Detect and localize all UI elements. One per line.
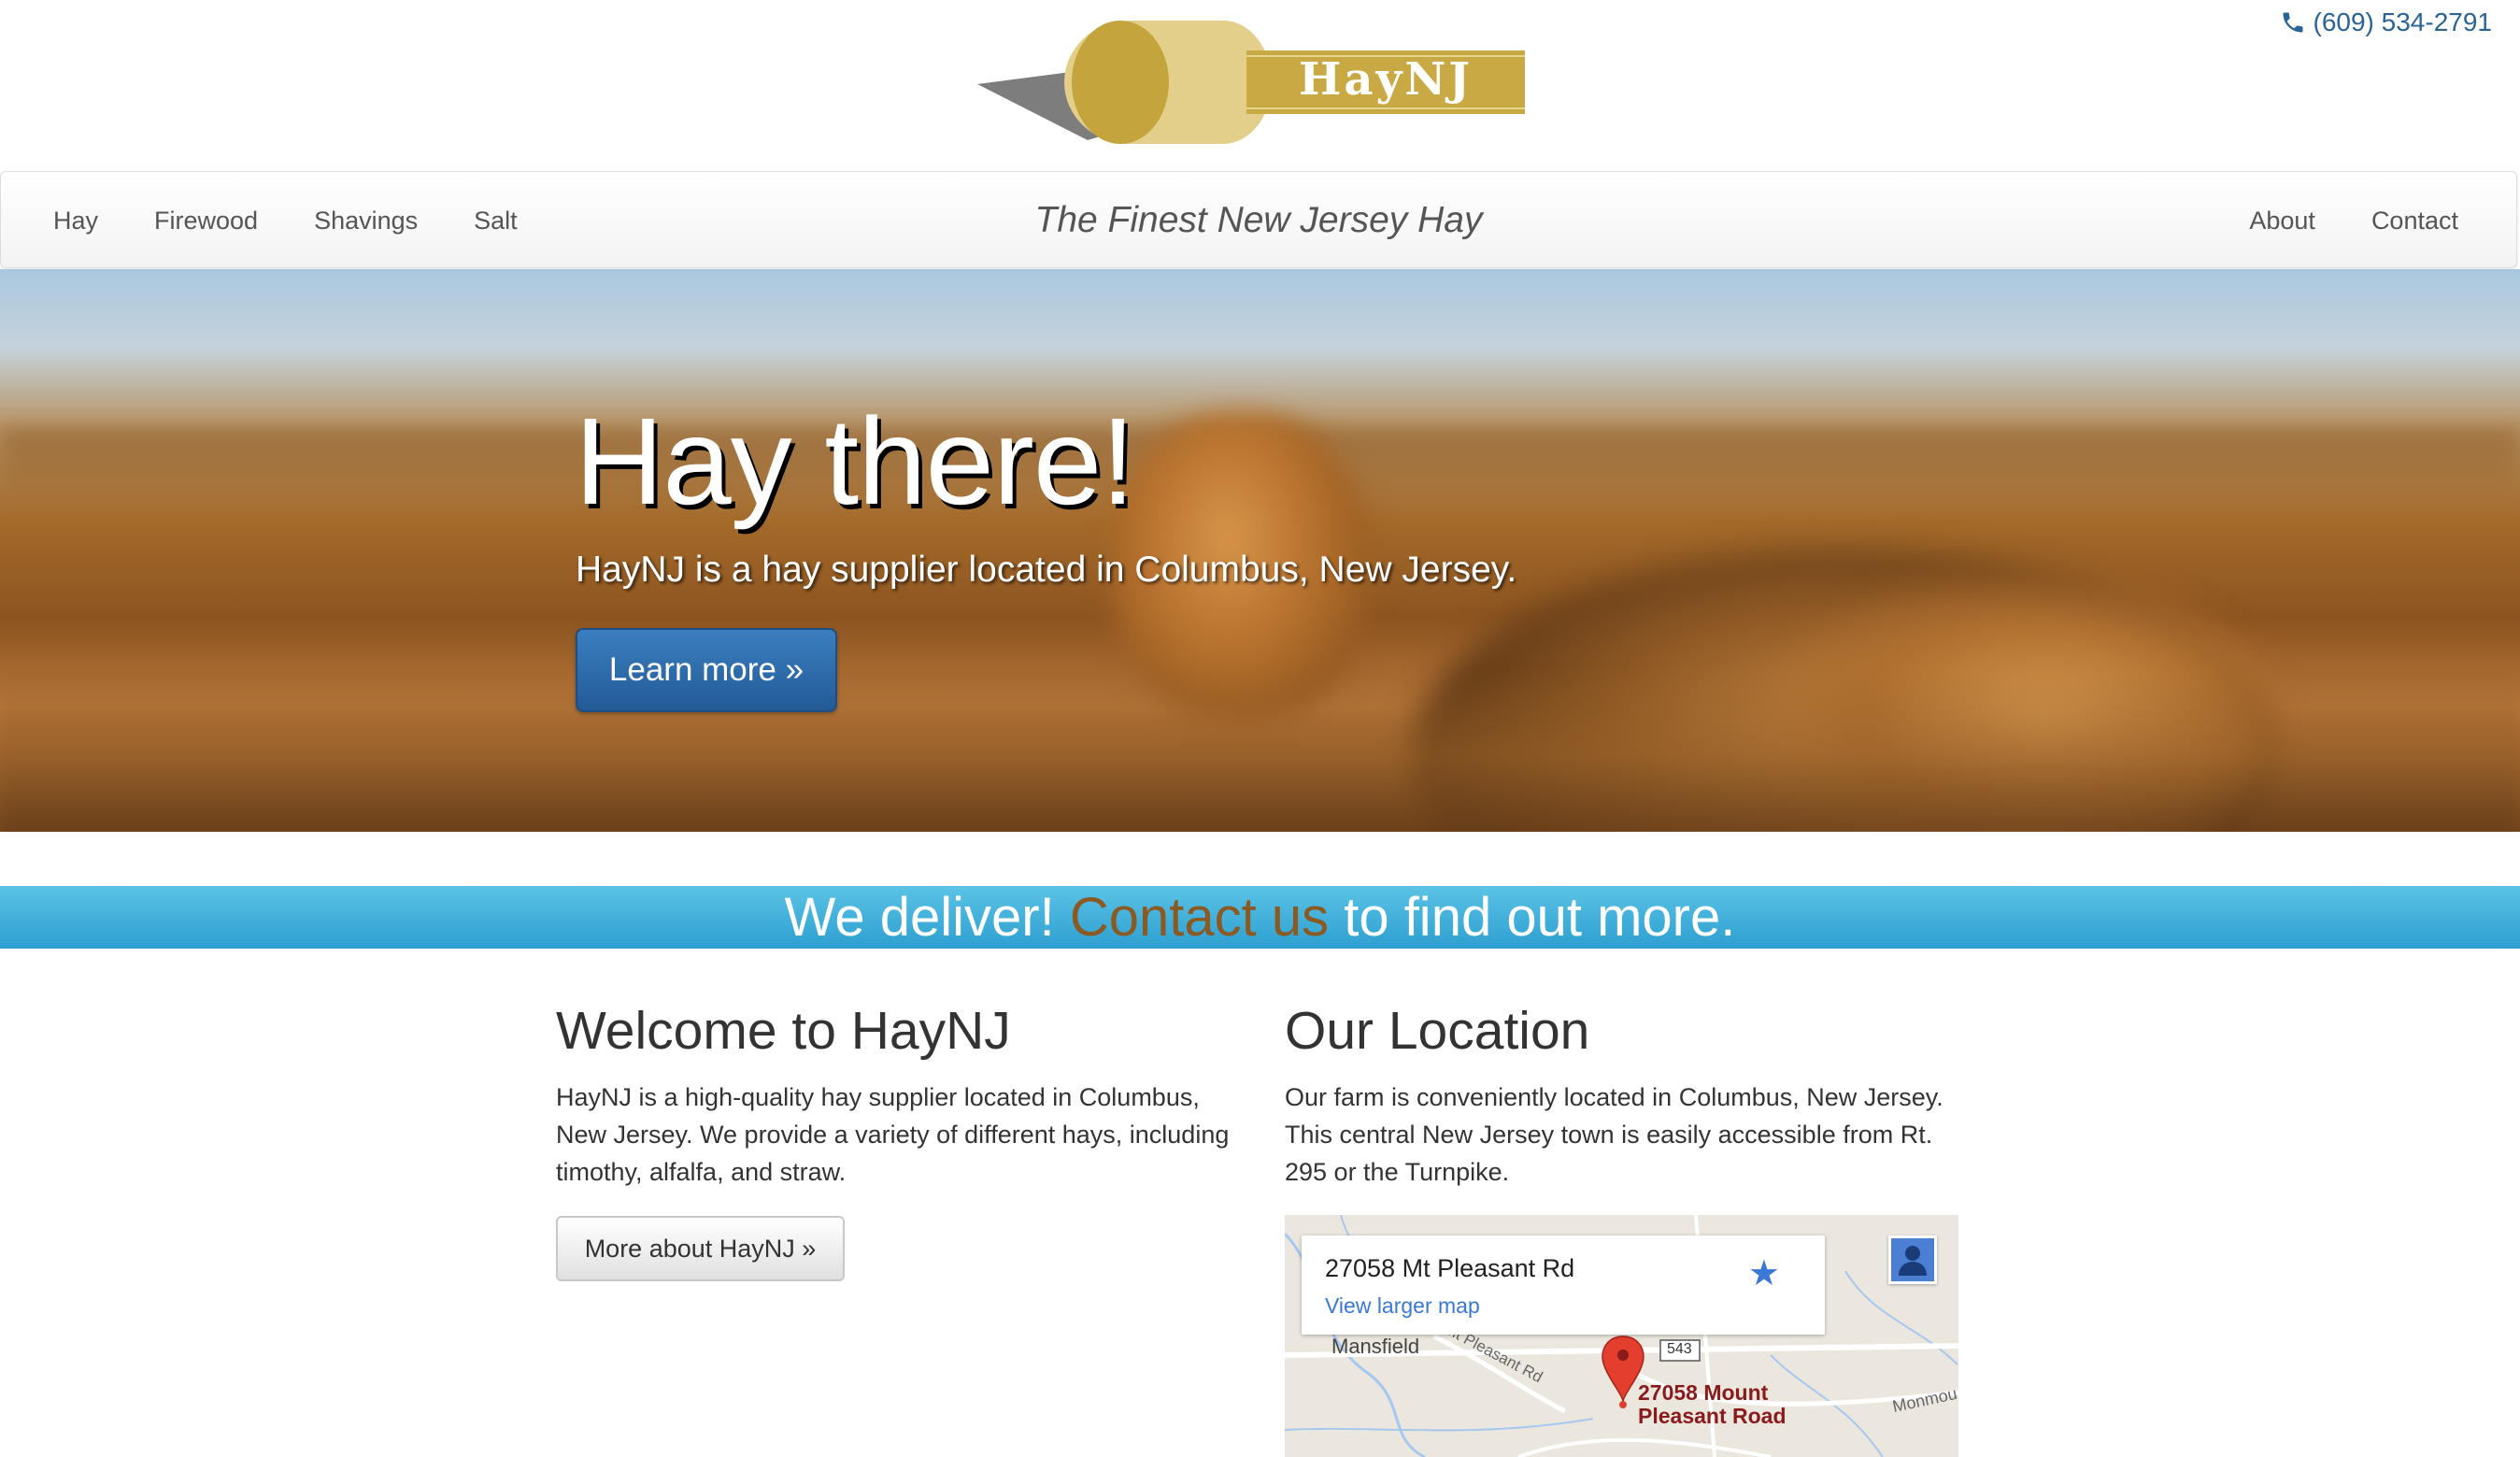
welcome-heading: Welcome to HayNJ	[556, 1001, 1011, 1061]
welcome-section: Welcome to HayNJ HayNJ is a high-quality…	[556, 1000, 1243, 1281]
hero-subtitle: HayNJ is a hay supplier located in Colum…	[576, 550, 1517, 590]
logo-wordmark: HayNJ	[1299, 53, 1473, 106]
map-pin-label-line1: 27058 Mount	[1638, 1380, 1769, 1405]
view-larger-map-link[interactable]: View larger map	[1325, 1293, 1480, 1319]
welcome-body: HayNJ is a high-quality hay supplier loc…	[556, 1083, 1230, 1186]
learn-more-button[interactable]: Learn more »	[576, 628, 837, 712]
nav-item-hay[interactable]: Hay	[25, 207, 126, 236]
person-icon	[1899, 1246, 1927, 1276]
nav-right-group: About Contact	[2221, 172, 2486, 269]
phone-text[interactable]: (609) 534-2791	[2314, 7, 2492, 37]
phone-icon	[2283, 12, 2303, 33]
map-pin-label-line2: Pleasant Road	[1638, 1404, 1787, 1428]
phone-number[interactable]: (609) 534-2791	[2280, 7, 2492, 37]
nav-item-contact[interactable]: Contact	[2343, 207, 2486, 236]
location-body: Our farm is conveniently located in Colu…	[1285, 1083, 1943, 1186]
location-section: Our Location Our farm is conveniently lo…	[1285, 1000, 1972, 1191]
site-header: HayNJ (609) 534-2791	[0, 0, 2520, 171]
hero-jumbotron: Hay there! HayNJ is a hay supplier locat…	[0, 269, 2520, 832]
main-navbar: Hay Firewood Shavings Salt The Finest Ne…	[0, 171, 2517, 268]
map-info-card: 27058 Mt Pleasant Rd View larger map ★	[1302, 1236, 1825, 1335]
nav-item-about[interactable]: About	[2221, 207, 2343, 236]
banner-text-end: to find out more.	[1329, 887, 1736, 948]
map-card-address: 27058 Mt Pleasant Rd	[1325, 1254, 1575, 1282]
map-route-shield: 543	[1667, 1341, 1692, 1357]
nav-item-salt[interactable]: Salt	[446, 207, 546, 236]
banner-text-start: We deliver!	[784, 887, 1070, 948]
more-about-button[interactable]: More about HayNJ »	[556, 1216, 845, 1281]
map-label-town: Mansfield	[1331, 1335, 1420, 1358]
nav-left-group: Hay Firewood Shavings Salt	[25, 172, 546, 269]
hero-title: Hay there!	[575, 393, 1135, 530]
location-heading: Our Location	[1285, 1001, 1590, 1061]
hero-background-ground	[0, 671, 2520, 832]
banner-contact-link[interactable]: Contact us	[1070, 887, 1329, 948]
nav-item-firewood[interactable]: Firewood	[126, 207, 286, 236]
user-profile-icon[interactable]	[1888, 1236, 1937, 1284]
delivery-banner: We deliver! Contact us to find out more.	[0, 886, 2520, 949]
save-star-icon[interactable]: ★	[1748, 1252, 1780, 1294]
map-pin-label: 27058 Mount Pleasant Road	[1638, 1381, 1787, 1428]
haynj-logo[interactable]: HayNJ	[975, 17, 1527, 152]
nav-item-shavings[interactable]: Shavings	[286, 207, 446, 236]
location-map[interactable]: Mansfield Mt Pleasant Rd 543 Monmou 2705…	[1285, 1215, 1958, 1457]
